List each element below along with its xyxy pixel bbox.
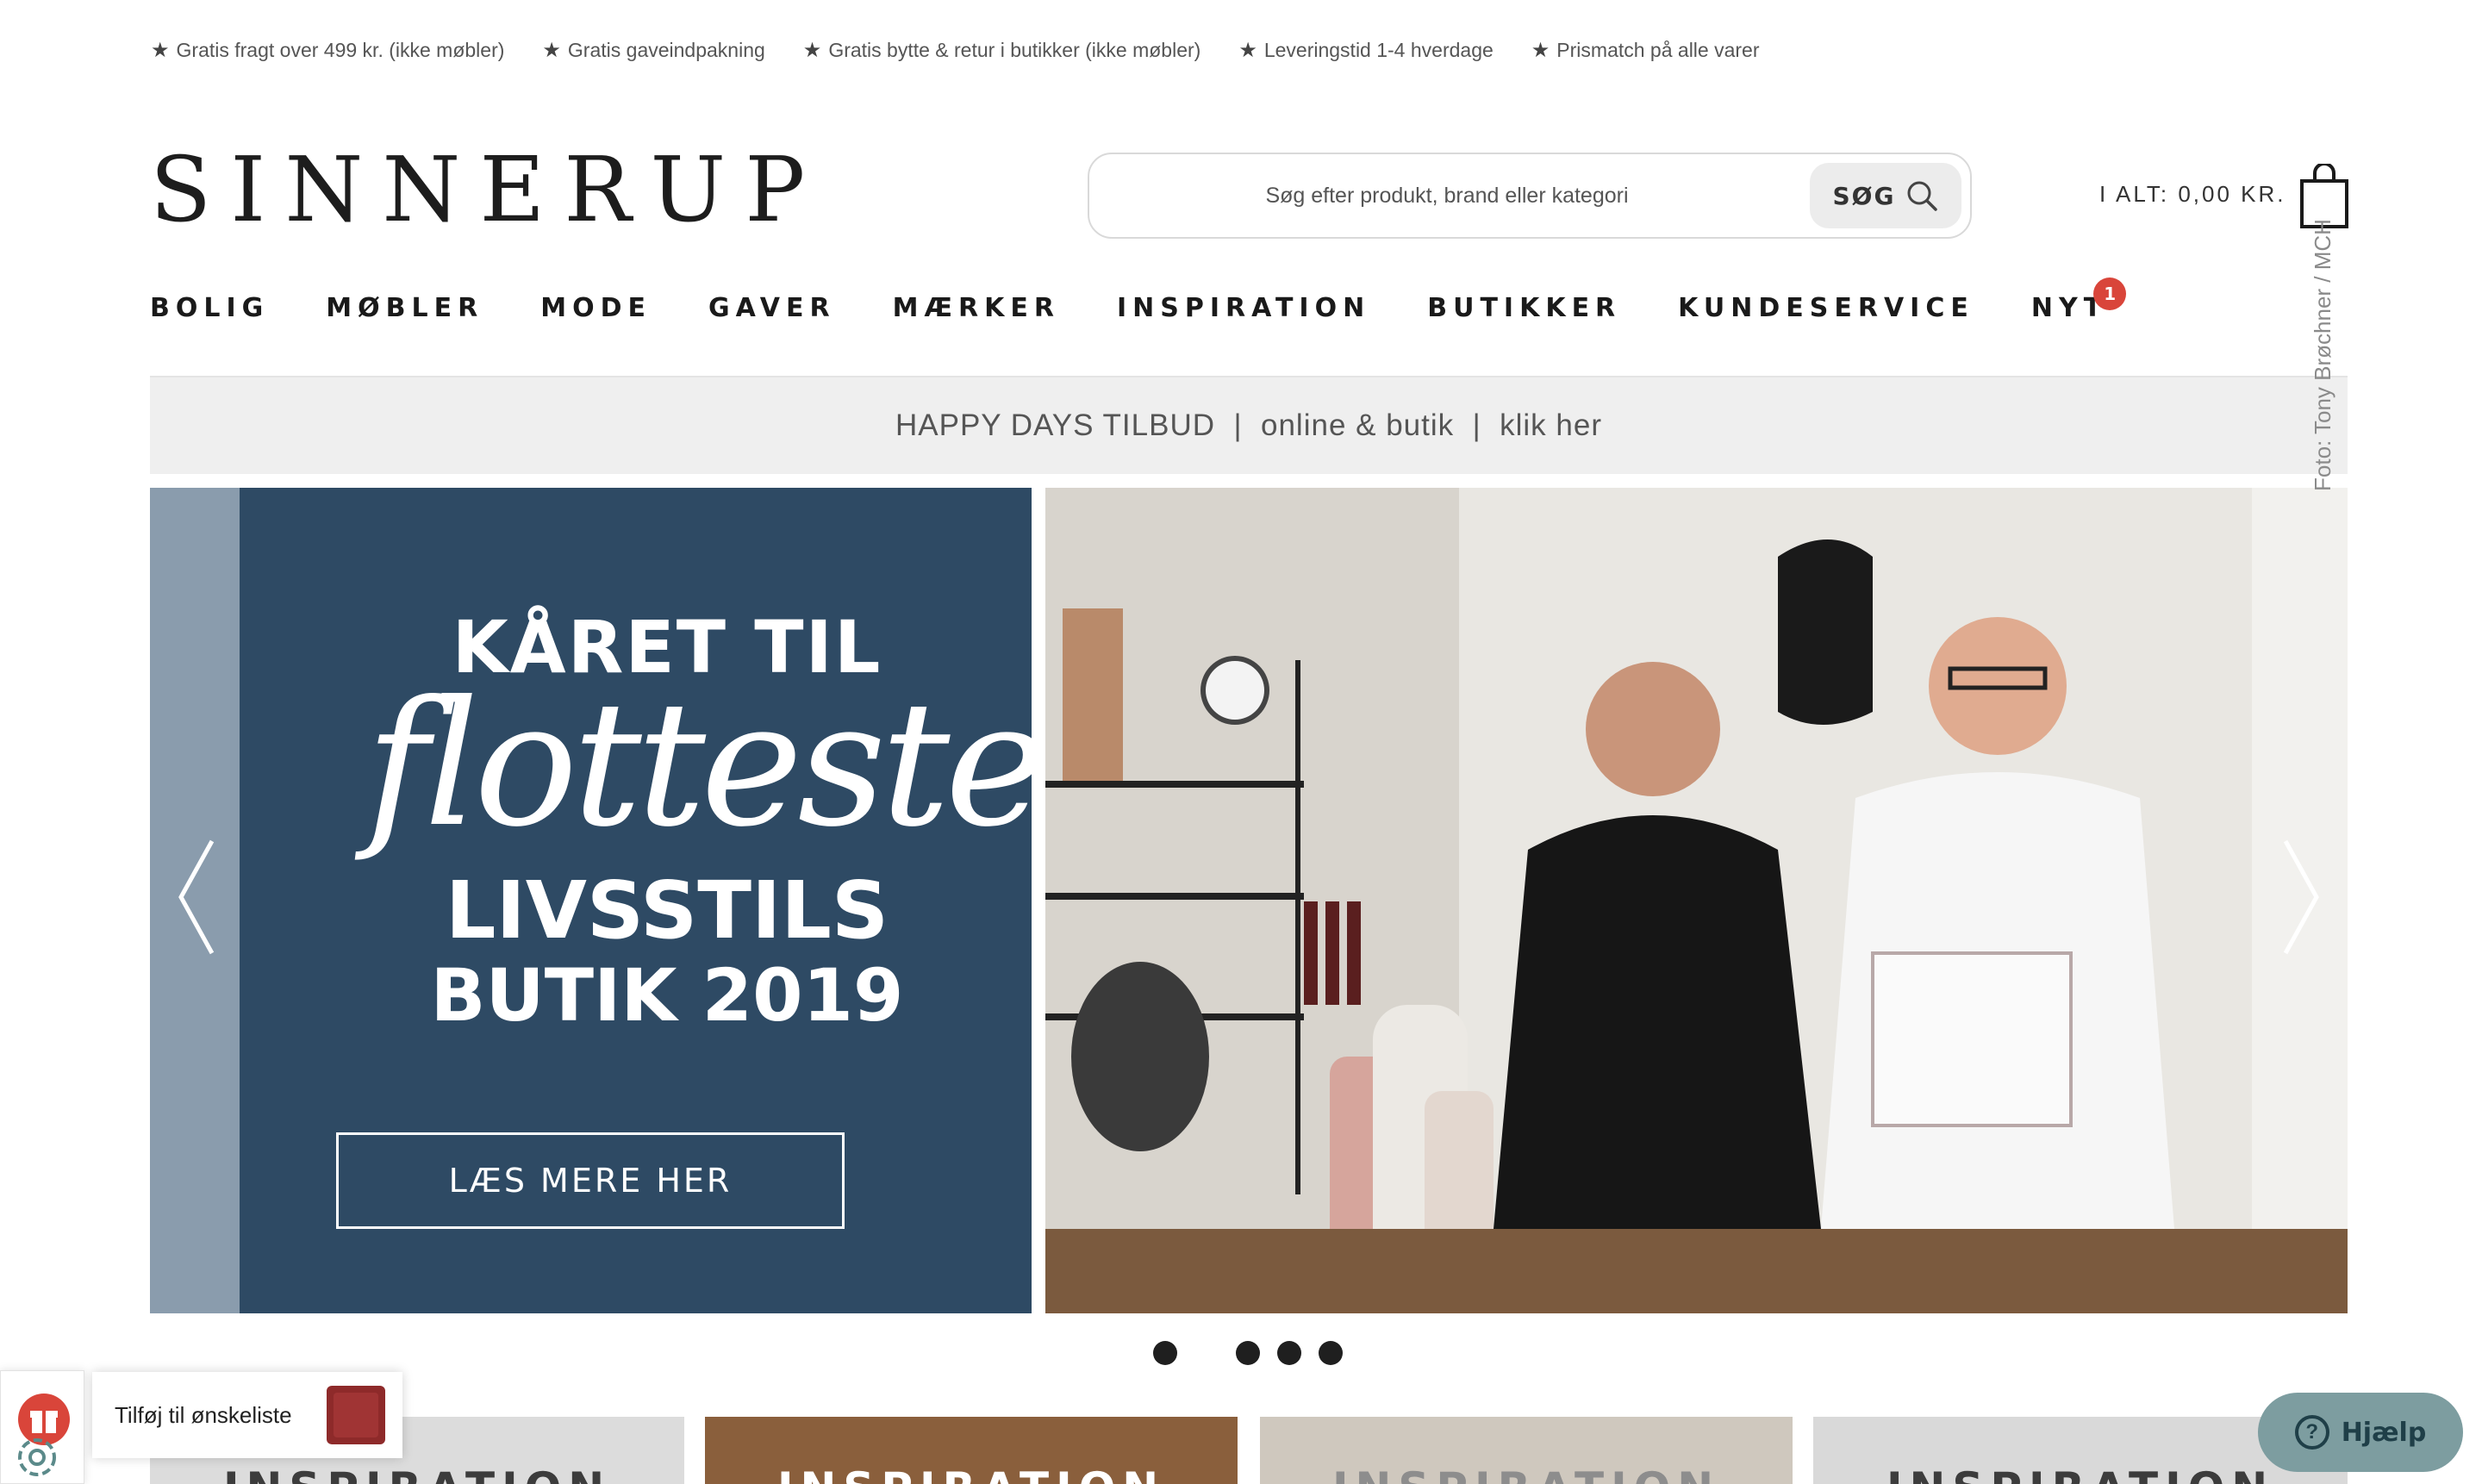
nav-item-inspiration[interactable]: INSPIRATION [1117, 293, 1370, 323]
site-logo[interactable]: SINNERUP [150, 145, 824, 234]
question-icon: ? [2294, 1415, 2329, 1450]
hero-title-line3: BUTIK 2019 [430, 953, 904, 1038]
cart-total[interactable]: I ALT: 0,00 KR. [2099, 181, 2286, 208]
star-icon: ★ [1238, 38, 1257, 62]
slider-dot[interactable] [1236, 1341, 1260, 1365]
slider-dots [1153, 1341, 1343, 1365]
photo-credit: Foto: Tony Brøchner / MCH [2310, 219, 2335, 491]
new-count-badge: 1 [2093, 277, 2127, 310]
slider-prev-arrow[interactable] [171, 832, 222, 962]
inspiration-tile-label: INSPIRATION [705, 1463, 1238, 1484]
promo-banner[interactable]: HAPPY DAYS TILBUD | online & butik | kli… [150, 376, 2348, 474]
star-icon: ★ [802, 38, 822, 62]
usp-item: ★ Gratis fragt over 499 kr. (ikke møbler) [151, 38, 505, 62]
slider-dot[interactable] [1277, 1341, 1301, 1365]
search-button[interactable]: SØG [1810, 163, 1961, 228]
settings-icon [18, 1438, 56, 1476]
product-thumbnail [327, 1386, 385, 1444]
nav-item-maerker[interactable]: MÆRKER [893, 293, 1060, 323]
nav-item-kundeservice[interactable]: KUNDESERVICE [1678, 293, 1974, 323]
usp-item: ★ Leveringstid 1-4 hverdage [1238, 38, 1494, 62]
help-label: Hjælp [2341, 1417, 2427, 1448]
help-button[interactable]: ? Hjælp [2258, 1393, 2463, 1472]
read-more-button[interactable]: LÆS MERE HER [336, 1132, 845, 1229]
wishlist-widget[interactable] [0, 1370, 84, 1484]
nav-item-butikker[interactable]: BUTIKKER [1427, 293, 1621, 323]
hero-title-line2: LIVSSTILS [445, 864, 889, 957]
nav-item-nyt[interactable]: NYT 1 [2031, 277, 2127, 323]
nav-item-mobler[interactable]: MØBLER [326, 293, 483, 323]
slider-dot[interactable] [1319, 1341, 1343, 1365]
search-input[interactable] [1098, 161, 1796, 230]
hero-slider: KÅRET TIL flotteste LIVSSTILS BUTIK 2019… [150, 488, 2348, 1313]
usp-strip: ★ Gratis fragt over 499 kr. (ikke møbler)… [151, 33, 1760, 67]
search-button-label: SØG [1832, 181, 1896, 210]
hero-photo [1045, 488, 2348, 1313]
slider-next-arrow[interactable] [2275, 832, 2327, 962]
star-icon: ★ [542, 38, 561, 62]
inspiration-tile-label: INSPIRATION [150, 1463, 684, 1484]
star-icon: ★ [151, 38, 170, 62]
nav-item-mode[interactable]: MODE [540, 293, 652, 323]
inspiration-tile[interactable]: INSPIRATION [1260, 1417, 1793, 1484]
inspiration-tile-label: INSPIRATION [1260, 1463, 1793, 1484]
wishlist-text: Tilføj til ønskeliste [115, 1401, 292, 1428]
star-icon: ★ [1531, 38, 1550, 62]
hero-text-panel: KÅRET TIL flotteste LIVSSTILS BUTIK 2019… [150, 488, 1047, 1313]
wishlist-popup[interactable]: Tilføj til ønskeliste [92, 1372, 402, 1458]
promo-text: HAPPY DAYS TILBUD | online & butik | kli… [895, 408, 1602, 442]
nav-item-bolig[interactable]: BOLIG [150, 293, 269, 323]
slider-dot[interactable] [1153, 1341, 1177, 1365]
search-bar: SØG [1088, 153, 1972, 239]
chevron-left-icon [178, 839, 215, 955]
usp-item: ★ Gratis bytte & retur i butikker (ikke m… [802, 38, 1201, 62]
usp-item: ★ Prismatch på alle varer [1531, 38, 1760, 62]
search-icon [1907, 181, 1938, 211]
inspiration-tile[interactable]: INSPIRATION [705, 1417, 1238, 1484]
nav-item-gaver[interactable]: GAVER [708, 293, 836, 323]
usp-item: ★ Gratis gaveindpakning [542, 38, 765, 62]
main-nav: BOLIG MØBLER MODE GAVER MÆRKER INSPIRATI… [150, 277, 2127, 323]
hero-script-text: flotteste [365, 664, 1047, 865]
inspiration-tile-label: INSPIRATION [1813, 1463, 2348, 1484]
chevron-right-icon [2283, 839, 2319, 955]
